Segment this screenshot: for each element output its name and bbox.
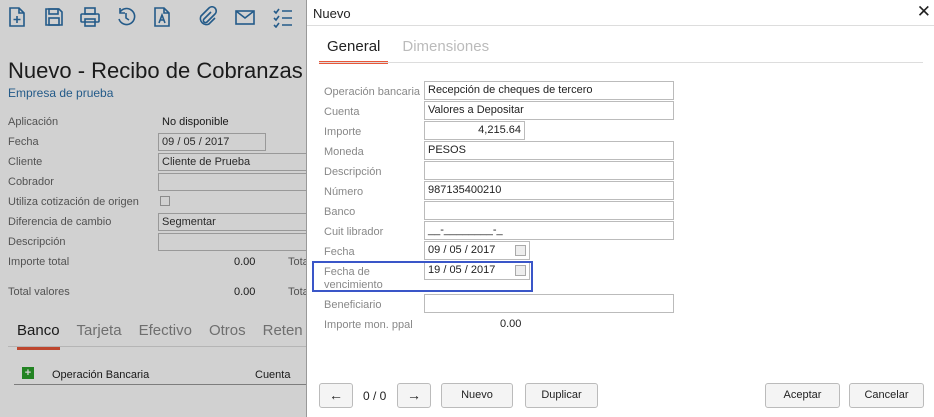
descripcion-input[interactable] bbox=[424, 161, 674, 180]
fecha-month: 05 bbox=[449, 244, 462, 256]
moneda-label: Moneda bbox=[324, 146, 364, 158]
dialog-tabs: General Dimensiones bbox=[319, 36, 503, 64]
aceptar-button[interactable]: Aceptar bbox=[765, 383, 840, 408]
previous-button[interactable]: ← bbox=[319, 383, 353, 408]
vencimiento-highlight-box bbox=[312, 261, 533, 292]
tab-general[interactable]: General bbox=[319, 36, 389, 64]
numero-input[interactable]: 987135400210 bbox=[424, 181, 674, 200]
importe-ppal-label: Importe mon. ppal bbox=[324, 319, 413, 331]
banco-label: Banco bbox=[324, 206, 356, 218]
fecha-input[interactable]: 09 / 05 / 2017 bbox=[424, 241, 530, 260]
cuenta-label: Cuenta bbox=[324, 106, 360, 118]
close-icon[interactable]: ✕ bbox=[917, 2, 931, 22]
beneficiario-input[interactable] bbox=[424, 294, 674, 313]
nuevo-button[interactable]: Nuevo bbox=[441, 383, 513, 408]
cancelar-button[interactable]: Cancelar bbox=[849, 383, 924, 408]
descripcion-label: Descripción bbox=[324, 166, 382, 178]
moneda-select[interactable]: PESOS bbox=[424, 141, 674, 160]
numero-label: Número bbox=[324, 186, 364, 198]
operacion-input[interactable]: Recepción de cheques de tercero bbox=[424, 81, 674, 100]
beneficiario-label: Beneficiario bbox=[324, 299, 382, 311]
fecha-day: 09 bbox=[428, 244, 441, 256]
cuit-input[interactable]: __-________-_ bbox=[424, 221, 674, 240]
importe-label: Importe bbox=[324, 126, 362, 138]
cuit-label: Cuit librador bbox=[324, 226, 384, 238]
importe-ppal-value: 0.00 bbox=[500, 318, 522, 330]
fecha-label: Fecha bbox=[324, 246, 355, 258]
dialog-header: Nuevo ✕ bbox=[307, 0, 934, 26]
dialog-title: Nuevo bbox=[313, 6, 351, 21]
pager-text: 0 / 0 bbox=[363, 389, 387, 403]
nuevo-dialog: Nuevo ✕ General Dimensiones Operación ba… bbox=[306, 0, 934, 417]
next-button[interactable]: → bbox=[397, 383, 431, 408]
dialog-tabs-divider bbox=[319, 62, 923, 63]
importe-input[interactable]: 4,215.64 bbox=[424, 121, 525, 140]
cuenta-input[interactable]: Valores a Depositar bbox=[424, 101, 674, 120]
operacion-label: Operación bancaria bbox=[324, 86, 421, 98]
calendar-icon[interactable] bbox=[515, 245, 526, 256]
fecha-year: 2017 bbox=[470, 244, 496, 256]
banco-input[interactable] bbox=[424, 201, 674, 220]
modal-overlay bbox=[0, 0, 306, 417]
tab-dimensiones[interactable]: Dimensiones bbox=[394, 36, 497, 64]
duplicar-button[interactable]: Duplicar bbox=[525, 383, 598, 408]
